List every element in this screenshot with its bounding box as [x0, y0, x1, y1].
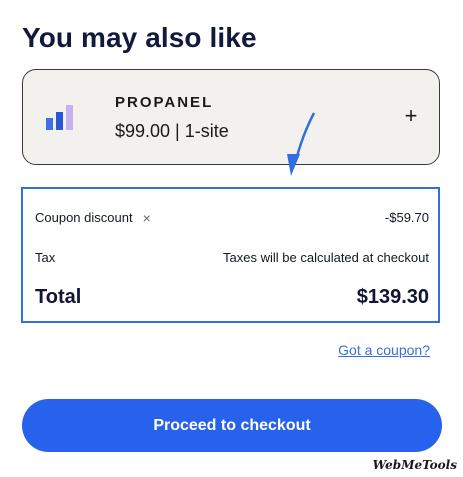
tax-row: Tax Taxes will be calculated at checkout [35, 250, 429, 265]
upsell-product-card[interactable]: PROPANEL $99.00 | 1-site + [22, 69, 440, 165]
order-summary: Coupon discount × -$59.70 Tax Taxes will… [21, 187, 440, 323]
total-value: $139.30 [356, 286, 429, 308]
product-price: $99.00 | 1-site [115, 121, 229, 141]
total-label: Total [35, 286, 82, 308]
coupon-label: Coupon discount [35, 210, 133, 225]
bar-chart-icon [46, 105, 73, 130]
product-name: PROPANEL [115, 94, 214, 111]
tax-value: Taxes will be calculated at checkout [223, 250, 429, 265]
coupon-row: Coupon discount × -$59.70 [35, 210, 429, 225]
add-product-button[interactable]: + [401, 105, 421, 128]
got-coupon-link[interactable]: Got a coupon? [338, 342, 430, 358]
section-heading: You may also like [22, 22, 257, 53]
remove-coupon-icon[interactable]: × [143, 211, 151, 225]
proceed-to-checkout-button[interactable]: Proceed to checkout [22, 399, 442, 452]
coupon-value: -$59.70 [384, 210, 429, 225]
tax-label: Tax [35, 250, 56, 265]
total-row: Total $139.30 [35, 286, 429, 309]
watermark-logo: WebMeTools [372, 458, 457, 472]
